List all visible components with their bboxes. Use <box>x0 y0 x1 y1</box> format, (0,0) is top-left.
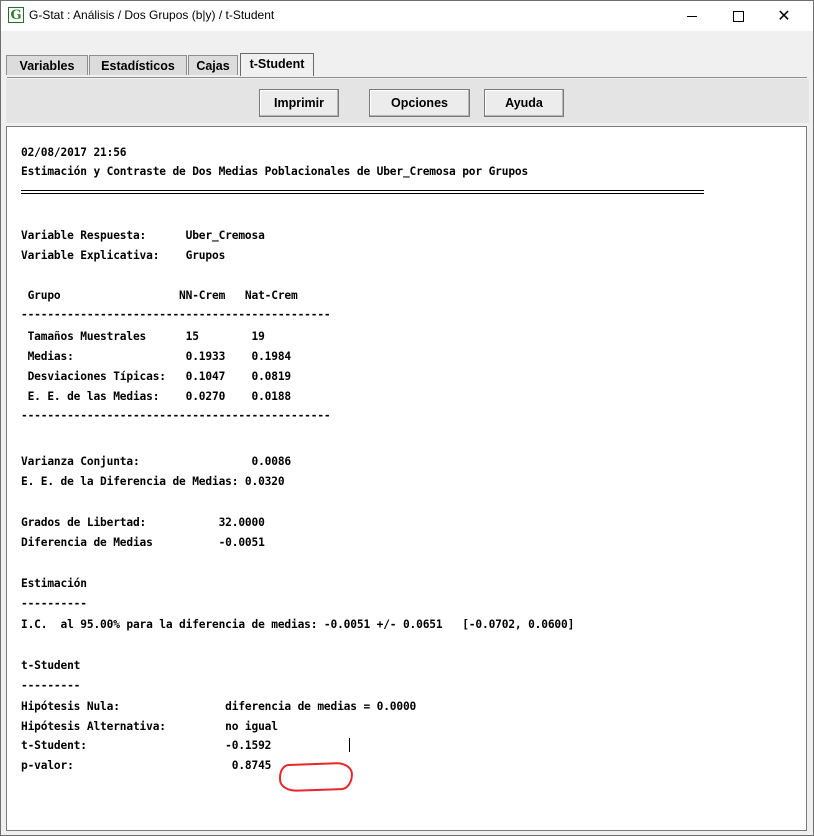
toolbar: Imprimir Opciones Ayuda <box>6 79 809 123</box>
maximize-button[interactable] <box>715 1 761 31</box>
report-line: Variable Respuesta: Uber_Cremosa <box>21 229 265 242</box>
options-button[interactable]: Opciones <box>369 89 470 117</box>
report-line: E. E. de la Diferencia de Medias: 0.0320 <box>21 475 285 488</box>
report-timestamp: 02/08/2017 21:56 <box>21 146 127 159</box>
report-line: Varianza Conjunta: 0.0086 <box>21 455 292 468</box>
close-icon: ✕ <box>777 6 791 25</box>
table-row: Medias: 0.1933 0.1984 <box>21 350 292 363</box>
table-rule: ----------------------------------------… <box>21 409 331 422</box>
tab-estadisticos[interactable]: Estadísticos <box>89 55 187 75</box>
table-rule: ----------------------------------------… <box>21 308 331 321</box>
confidence-interval-line: I.C. al 95.00% para la diferencia de med… <box>21 618 575 631</box>
section-rule: ---------- <box>21 597 87 610</box>
close-button[interactable]: ✕ <box>761 1 807 31</box>
table-row: E. E. de las Medias: 0.0270 0.0188 <box>21 390 292 403</box>
p-value-highlight-circle <box>278 761 354 793</box>
section-heading: t-Student <box>21 659 81 672</box>
tab-t-student[interactable]: t-Student <box>240 53 314 76</box>
report-line: Hipótesis Nula: diferencia de medias = 0… <box>21 700 417 713</box>
title-bar[interactable]: G G-Stat : Análisis / Dos Grupos (b|y) /… <box>1 1 813 31</box>
report-line: t-Student: -0.1592 <box>21 739 272 752</box>
minimize-icon <box>687 16 697 17</box>
help-button[interactable]: Ayuda <box>484 89 564 117</box>
section-heading: Estimación <box>21 577 87 590</box>
p-value-line: p-valor: 0.8745 <box>21 759 272 772</box>
report-title: Estimación y Contraste de Dos Medias Pob… <box>21 165 529 178</box>
report-pane[interactable]: 02/08/2017 21:56 Estimación y Contraste … <box>6 126 807 831</box>
maximize-icon <box>732 11 744 22</box>
gstat-window: G G-Stat : Análisis / Dos Grupos (b|y) /… <box>0 0 814 836</box>
window-title: G-Stat : Análisis / Dos Grupos (b|y) / t… <box>29 8 275 22</box>
print-button[interactable]: Imprimir <box>259 89 339 117</box>
tab-variables[interactable]: Variables <box>6 55 88 75</box>
gstat-app-icon: G <box>8 7 24 23</box>
table-row: Desviaciones Típicas: 0.1047 0.0819 <box>21 370 292 383</box>
report-line: Hipótesis Alternativa: no igual <box>21 720 278 733</box>
minimize-button[interactable] <box>669 1 715 31</box>
report-line: Grados de Libertad: 32.0000 <box>21 516 265 529</box>
tab-divider <box>7 77 807 78</box>
title-double-rule <box>21 190 704 194</box>
report-line: Diferencia de Medias -0.0051 <box>21 536 265 549</box>
section-rule: --------- <box>21 679 81 692</box>
table-header: Grupo NN-Crem Nat-Crem <box>21 289 298 302</box>
report-line: Variable Explicativa: Grupos <box>21 249 226 262</box>
tab-cajas[interactable]: Cajas <box>188 55 238 75</box>
text-cursor <box>349 738 350 752</box>
table-row: Tamaños Muestrales 15 19 <box>21 330 265 343</box>
